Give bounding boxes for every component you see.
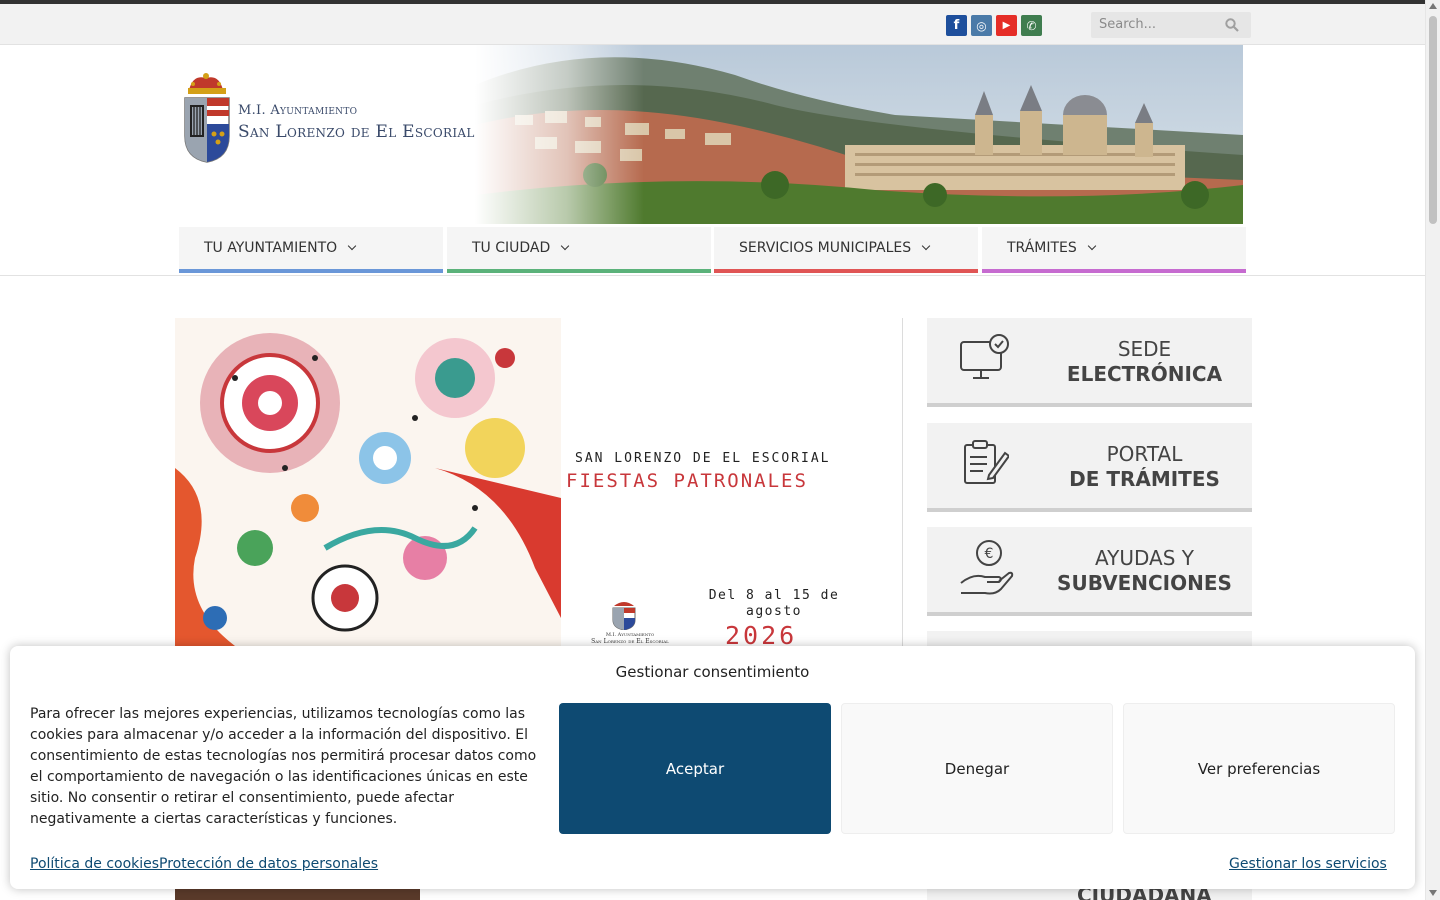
card-line2: SUBVENCIONES xyxy=(1057,571,1232,595)
ayudas-subvenciones-card[interactable]: € AYUDAS Y SUBVENCIONES xyxy=(927,527,1252,616)
chevron-down-icon xyxy=(347,241,357,251)
scroll-down-icon[interactable] xyxy=(1429,890,1437,896)
phone-icon[interactable]: ✆ xyxy=(1021,15,1042,36)
card-line2: ELECTRÓNICA xyxy=(1066,362,1223,386)
nav-tu-ciudad[interactable]: TU CIUDAD xyxy=(447,227,711,273)
logo-text-line2: San Lorenzo de El Escorial xyxy=(238,122,475,142)
scroll-up-icon[interactable] xyxy=(1429,3,1437,9)
search-icon[interactable] xyxy=(1225,18,1239,32)
search-input[interactable] xyxy=(1091,12,1219,36)
nav-label: TRÁMITES xyxy=(1007,240,1077,256)
card-line2: DE TRÁMITES xyxy=(1069,467,1220,491)
search-box xyxy=(1091,12,1251,38)
logo-text-line1: M.I. Ayuntamiento xyxy=(238,103,358,118)
sede-electronica-card[interactable]: SEDE ELECTRÓNICA xyxy=(927,318,1252,407)
nav-label: TU AYUNTAMIENTO xyxy=(204,240,338,256)
poster-title: FIESTAS PATRONALES xyxy=(566,470,808,492)
site-logo[interactable] xyxy=(183,72,483,164)
header-banner-image xyxy=(475,45,1243,224)
card-line1: SEDE xyxy=(1117,337,1172,361)
nav-label: TU CIUDAD xyxy=(472,240,551,256)
scroll-thumb[interactable] xyxy=(1429,16,1437,224)
card-line1: PORTAL xyxy=(1106,442,1183,466)
deny-button[interactable]: Denegar xyxy=(841,703,1113,834)
nav-label: SERVICIOS MUNICIPALES xyxy=(739,240,912,256)
page-scrollbar[interactable] xyxy=(1425,0,1440,900)
instagram-icon[interactable]: ◎ xyxy=(971,15,992,36)
chevron-down-icon xyxy=(561,241,570,251)
chevron-down-icon xyxy=(1087,241,1097,251)
nav-servicios-municipales[interactable]: SERVICIOS MUNICIPALES xyxy=(714,227,978,273)
news-image[interactable] xyxy=(175,889,420,900)
cookie-policy-link[interactable]: Política de cookies xyxy=(30,856,159,872)
chevron-down-icon xyxy=(921,241,931,251)
facebook-icon[interactable]: f xyxy=(946,15,967,36)
content-divider xyxy=(902,318,903,648)
cookie-message: Para ofrecer las mejores experiencias, u… xyxy=(30,706,537,827)
nav-tu-ayuntamiento[interactable]: TU AYUNTAMIENTO xyxy=(179,227,443,273)
monitor-check-icon xyxy=(960,334,1009,379)
municipal-seal-icon xyxy=(612,602,636,630)
hand-euro-icon: € xyxy=(960,540,1014,595)
next-service-card[interactable] xyxy=(927,631,1252,646)
poster-seal-line2: San Lorenzo de El Escorial xyxy=(591,638,669,645)
nav-tramites[interactable]: TRÁMITES xyxy=(982,227,1246,273)
clipboard-pencil-icon xyxy=(964,440,1009,484)
manage-services-link[interactable]: Gestionar los servicios xyxy=(1229,856,1387,872)
poster-town-name: SAN LORENZO DE EL ESCORIAL xyxy=(575,451,831,466)
top-bar: f ◎ ▶ ✆ xyxy=(0,4,1425,45)
portal-tramites-card[interactable]: PORTAL DE TRÁMITES xyxy=(927,423,1252,512)
coat-of-arms-icon xyxy=(184,73,230,163)
card-line1: AYUDAS Y xyxy=(1095,546,1194,570)
festival-poster-art xyxy=(175,318,561,646)
poster-dates: Del 8 al 15 de agosto xyxy=(708,588,840,619)
youtube-icon[interactable]: ▶ xyxy=(996,15,1017,36)
preferences-button[interactable]: Ver preferencias xyxy=(1123,703,1395,834)
cookie-consent-banner: Gestionar consentimiento Para ofrecer la… xyxy=(10,646,1415,889)
privacy-policy-link[interactable]: Protección de datos personales xyxy=(159,856,378,872)
cookie-title: Gestionar consentimiento xyxy=(615,663,810,681)
accept-button[interactable]: Aceptar xyxy=(559,703,831,834)
svg-text:€: € xyxy=(985,546,994,562)
